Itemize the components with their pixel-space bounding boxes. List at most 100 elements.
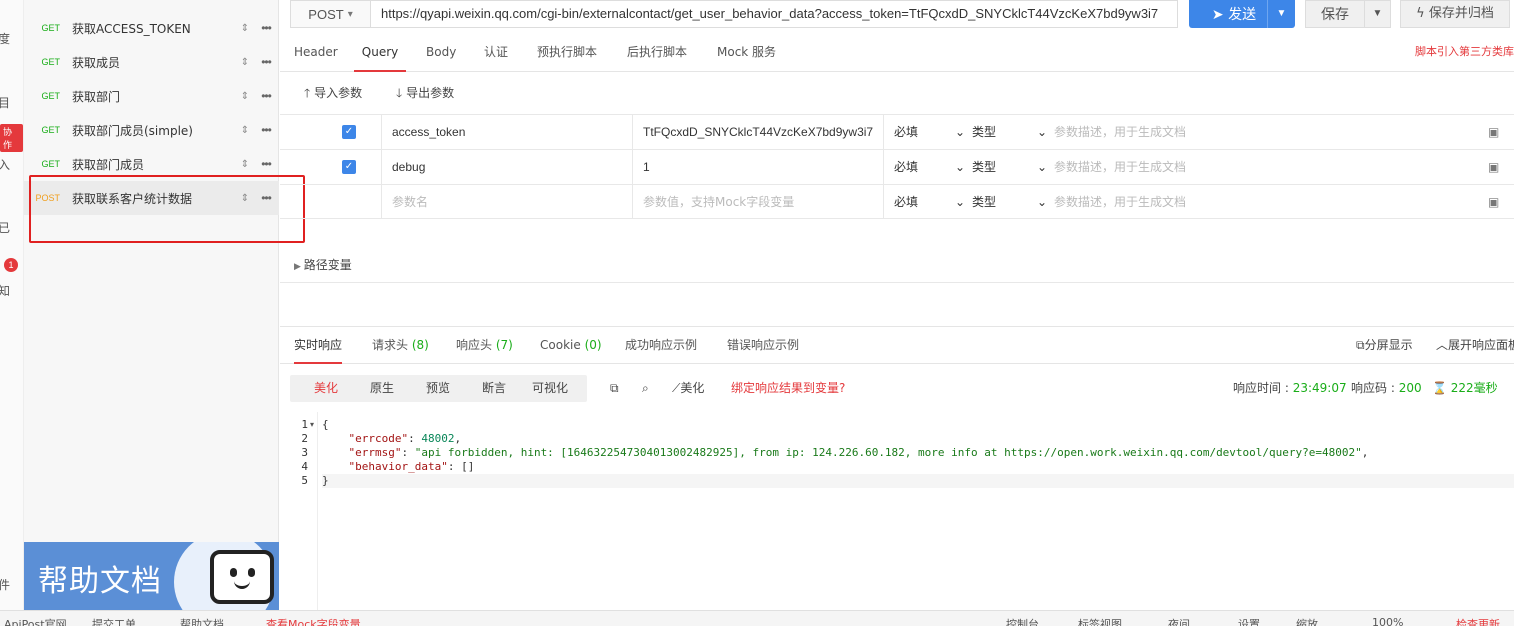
arrow-up-icon: 🡑 bbox=[304, 86, 315, 100]
import-params-button[interactable]: 🡑 导入参数 bbox=[304, 72, 362, 114]
status-night-mode[interactable]: 夜间 bbox=[1168, 616, 1190, 626]
line-number: 5 bbox=[301, 474, 308, 487]
rail-label[interactable]: 目 bbox=[0, 94, 10, 111]
more-icon[interactable]: ••• bbox=[253, 123, 279, 137]
tab-mock[interactable]: Mock 服务 bbox=[717, 36, 776, 72]
tab-post-script[interactable]: 后执行脚本 bbox=[627, 36, 687, 72]
method-select[interactable]: POST ▾ bbox=[290, 0, 370, 28]
sort-icon[interactable]: ⇕ bbox=[237, 57, 253, 68]
beautify-button[interactable]: ⟋美化 bbox=[672, 375, 704, 402]
more-icon[interactable]: ••• bbox=[253, 157, 279, 171]
status-website-link[interactable]: ApiPost官网 bbox=[4, 616, 67, 626]
copy-icon[interactable]: ⧉ bbox=[610, 375, 619, 402]
type-select[interactable]: 类型 bbox=[972, 115, 1032, 149]
new-param-value-input[interactable]: 参数值，支持Mock字段变量 bbox=[643, 185, 883, 219]
method-badge: GET bbox=[41, 91, 60, 101]
code-line: { bbox=[322, 418, 329, 431]
tree-item[interactable]: GET 获取部门 ⇕ ••• bbox=[24, 79, 279, 113]
method-value: POST bbox=[308, 6, 344, 22]
cube-icon[interactable]: ▣ bbox=[1488, 150, 1499, 184]
rail-label[interactable]: 度 bbox=[0, 30, 10, 47]
line-gutter: 1 2 3 4 5 ▾ bbox=[280, 412, 318, 610]
split-view-button[interactable]: ⧉分屏显示 bbox=[1356, 327, 1413, 363]
more-icon[interactable]: ••• bbox=[253, 21, 279, 35]
tab-response-headers[interactable]: 响应头 (7) bbox=[456, 327, 513, 364]
param-name[interactable]: debug bbox=[392, 150, 632, 184]
cube-icon[interactable]: ▣ bbox=[1488, 115, 1499, 149]
help-banner-text: 帮助文档 bbox=[38, 564, 162, 599]
tab-query[interactable]: Query bbox=[354, 36, 406, 72]
view-visualize[interactable]: 可视化 bbox=[532, 375, 568, 402]
url-input[interactable]: https://qyapi.weixin.qq.com/cgi-bin/exte… bbox=[370, 0, 1178, 28]
status-console[interactable]: 控制台 bbox=[1006, 616, 1039, 626]
save-dropdown-icon[interactable]: ▼ bbox=[1364, 1, 1390, 27]
method-badge: GET bbox=[41, 23, 60, 33]
view-raw[interactable]: 原生 bbox=[370, 375, 394, 402]
param-desc-input[interactable]: 参数描述，用于生成文档 bbox=[1054, 115, 1454, 149]
tab-pre-script[interactable]: 预执行脚本 bbox=[537, 36, 597, 72]
param-value[interactable]: 1 bbox=[643, 150, 883, 184]
tab-cookie[interactable]: Cookie (0) bbox=[540, 327, 602, 364]
rail-label[interactable]: 已 bbox=[0, 219, 10, 236]
param-value[interactable]: TtFQcxdD_SNYCklcT44VzcKeX7bd9yw3i7 bbox=[643, 115, 883, 149]
notification-badge: 1 bbox=[4, 258, 18, 272]
type-select[interactable]: 类型 bbox=[972, 185, 1032, 219]
path-variables-toggle[interactable]: ▶ 路径变量 bbox=[280, 249, 1514, 283]
rail-label[interactable]: 入 bbox=[0, 156, 10, 173]
type-select[interactable]: 类型 bbox=[972, 150, 1032, 184]
tree-item[interactable]: GET 获取部门成员(simple) ⇕ ••• bbox=[24, 113, 279, 147]
export-params-button[interactable]: 🡓 导出参数 bbox=[396, 72, 454, 114]
method-badge: GET bbox=[41, 159, 60, 169]
expand-panel-button[interactable]: ︿展开响应面板 bbox=[1436, 327, 1514, 363]
send-dropdown-icon[interactable]: ▼ bbox=[1267, 0, 1295, 28]
sort-icon[interactable]: ⇕ bbox=[237, 23, 253, 34]
tab-body[interactable]: Body bbox=[426, 36, 456, 72]
tab-request-headers[interactable]: 请求头 (8) bbox=[372, 327, 429, 364]
send-button[interactable]: ➤ 发送 ▼ bbox=[1189, 0, 1295, 28]
param-checkbox[interactable]: ✓ bbox=[342, 125, 356, 139]
tab-realtime-response[interactable]: 实时响应 bbox=[294, 327, 342, 364]
sort-icon[interactable]: ⇕ bbox=[237, 91, 253, 102]
line-number: 4 bbox=[301, 460, 308, 473]
tab-auth[interactable]: 认证 bbox=[484, 36, 508, 72]
tab-success-example[interactable]: 成功响应示例 bbox=[625, 327, 697, 364]
search-icon[interactable]: ⌕ bbox=[642, 375, 649, 402]
status-mock-link[interactable]: 查看Mock字段变量 bbox=[266, 616, 361, 626]
status-ticket-link[interactable]: 提交工单 bbox=[92, 616, 136, 626]
fold-icon[interactable]: ▾ bbox=[310, 418, 314, 432]
param-desc-input[interactable]: 参数描述，用于生成文档 bbox=[1054, 150, 1454, 184]
view-beautify[interactable]: 美化 bbox=[314, 375, 338, 402]
rail-label[interactable]: 知 bbox=[0, 282, 10, 299]
status-zoom[interactable]: 缩放 bbox=[1296, 616, 1318, 626]
sort-icon[interactable]: ⇕ bbox=[237, 125, 253, 136]
script-library-link[interactable]: 脚本引入第三方类库 bbox=[1415, 36, 1514, 68]
tree-item[interactable]: GET 获取ACCESS_TOKEN ⇕ ••• bbox=[24, 11, 279, 45]
rail-label[interactable]: 件 bbox=[0, 576, 10, 593]
view-assert[interactable]: 断言 bbox=[482, 375, 506, 402]
status-help-link[interactable]: 帮助文档 bbox=[180, 616, 224, 626]
status-tag-view[interactable]: 标签视图 bbox=[1078, 616, 1122, 626]
help-docs-banner[interactable]: 帮助文档 bbox=[24, 542, 279, 610]
save-archive-button[interactable]: ϟ 保存并归档 bbox=[1400, 0, 1510, 28]
more-icon[interactable]: ••• bbox=[253, 89, 279, 103]
more-icon[interactable]: ••• bbox=[253, 55, 279, 69]
tab-header[interactable]: Header bbox=[294, 36, 338, 72]
param-checkbox[interactable]: ✓ bbox=[342, 160, 356, 174]
save-button[interactable]: 保存 ▼ bbox=[1305, 0, 1391, 28]
view-preview[interactable]: 预览 bbox=[426, 375, 450, 402]
new-param-name-input[interactable]: 参数名 bbox=[392, 185, 632, 219]
paper-plane-icon: ➤ bbox=[1211, 7, 1229, 23]
tree-item[interactable]: GET 获取成员 ⇕ ••• bbox=[24, 45, 279, 79]
arrow-down-icon: 🡓 bbox=[396, 86, 407, 100]
bind-variable-link[interactable]: 绑定响应结果到变量? bbox=[731, 375, 845, 402]
cube-icon[interactable]: ▣ bbox=[1488, 185, 1499, 219]
status-bar: ApiPost官网 提交工单 帮助文档 查看Mock字段变量 控制台 标签视图 … bbox=[0, 610, 1514, 626]
status-check-update[interactable]: 检查更新 bbox=[1456, 616, 1500, 626]
param-name[interactable]: access_token bbox=[392, 115, 632, 149]
sort-icon[interactable]: ⇕ bbox=[237, 159, 253, 170]
tab-error-example[interactable]: 错误响应示例 bbox=[727, 327, 799, 364]
param-desc-input[interactable]: 参数描述，用于生成文档 bbox=[1054, 185, 1454, 219]
response-body-editor[interactable]: 1 2 3 4 5 ▾ { "errcode": 48002, "errmsg"… bbox=[280, 412, 1514, 610]
response-code: 响应码 : 200 bbox=[1351, 381, 1422, 395]
status-settings[interactable]: 设置 bbox=[1238, 616, 1260, 626]
